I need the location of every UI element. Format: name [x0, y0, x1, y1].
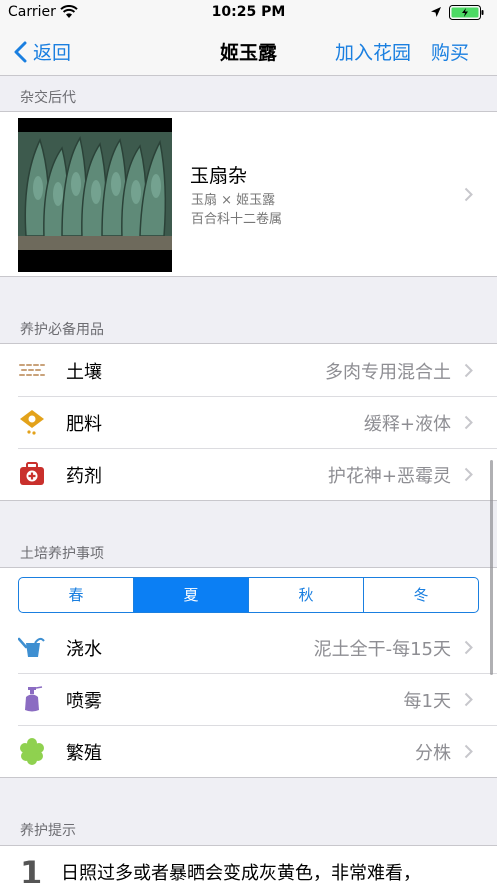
soil-icon: [19, 364, 45, 376]
chevron-right-icon: [464, 187, 473, 202]
hybrid-plant-photo: [18, 118, 172, 272]
section-header-hybrid: 杂交后代: [20, 90, 76, 106]
row-label: 浇水: [66, 639, 102, 660]
battery-icon: [449, 5, 484, 20]
hybrid-name: 玉扇杂: [190, 165, 248, 187]
back-label: 返回: [33, 42, 72, 64]
hybrid-parents: 玉扇 × 姬玉露: [191, 193, 276, 208]
supply-row-fertilizer[interactable]: 肥料 缓释+液体: [0, 396, 497, 448]
hybrid-family: 百合科十二卷属: [191, 212, 283, 227]
tip-number: 1: [20, 854, 43, 883]
chevron-right-icon: [464, 640, 473, 655]
buy-button[interactable]: 购买: [431, 38, 469, 65]
care-row-propagation[interactable]: 繁殖 分株: [0, 725, 497, 777]
row-label: 土壤: [66, 362, 102, 383]
row-label: 药剂: [66, 466, 102, 487]
medicine-kit-icon: [20, 462, 44, 485]
supply-row-medicine[interactable]: 药剂 护花神+恶霉灵: [0, 448, 497, 500]
watering-can-icon: [18, 637, 45, 657]
row-label: 肥料: [66, 414, 102, 435]
chevron-right-icon: [464, 467, 473, 482]
row-value: 每1天: [403, 691, 451, 712]
tip-text: 日照过多或者暴晒会变成灰黄色，非常难看，: [61, 863, 421, 883]
care-row-watering[interactable]: 浇水 泥土全干-每15天: [0, 621, 497, 673]
fertilizer-icon: [20, 410, 44, 435]
spray-bottle-icon: [25, 686, 43, 712]
chevron-left-icon: [14, 41, 27, 62]
row-value: 泥土全干-每15天: [313, 639, 451, 660]
season-summer[interactable]: 夏: [134, 578, 249, 612]
season-autumn[interactable]: 秋: [249, 578, 364, 612]
section-header-care: 土培养护事项: [20, 546, 104, 562]
propagation-icon: [20, 738, 44, 765]
row-value: 多肉专用混合土: [325, 362, 451, 383]
status-time: 10:25 PM: [211, 4, 286, 20]
tip-item: 1 日照过多或者暴晒会变成灰黄色，非常难看，: [0, 845, 497, 883]
chevron-right-icon: [464, 415, 473, 430]
row-value: 护花神+恶霉灵: [327, 466, 451, 487]
care-list: 浇水 泥土全干-每15天 喷雾 每1天 繁殖 分株: [0, 621, 497, 778]
chevron-right-icon: [464, 692, 473, 707]
section-header-supplies: 养护必备用品: [20, 322, 104, 338]
row-label: 喷雾: [66, 691, 102, 712]
season-segmented-control: 春 夏 秋 冬: [18, 577, 479, 613]
section-header-tips: 养护提示: [20, 823, 76, 839]
chevron-right-icon: [464, 744, 473, 759]
row-label: 繁殖: [66, 743, 102, 764]
add-to-garden-button[interactable]: 加入花园: [335, 38, 411, 65]
page-title: 姬玉露: [219, 42, 277, 64]
supplies-list: 土壤 多肉专用混合土 肥料 缓释+液体 药剂 护花神+恶霉灵: [0, 343, 497, 501]
chevron-right-icon: [464, 363, 473, 378]
season-winter[interactable]: 冬: [364, 578, 478, 612]
supply-row-soil[interactable]: 土壤 多肉专用混合土: [0, 344, 497, 396]
care-row-spraying[interactable]: 喷雾 每1天: [0, 673, 497, 725]
row-value: 分株: [415, 743, 451, 764]
location-arrow-icon: [431, 7, 441, 17]
status-bar: Carrier 10:25 PM: [0, 0, 497, 26]
row-value: 缓释+液体: [363, 414, 451, 435]
scroll-indicator[interactable]: [490, 460, 493, 675]
back-button[interactable]: 返回: [14, 38, 71, 65]
season-spring[interactable]: 春: [19, 578, 134, 612]
navigation-bar: 返回 姬玉露 加入花园 购买: [0, 26, 497, 76]
hybrid-cell[interactable]: 玉扇杂 玉扇 × 姬玉露 百合科十二卷属: [0, 111, 497, 277]
